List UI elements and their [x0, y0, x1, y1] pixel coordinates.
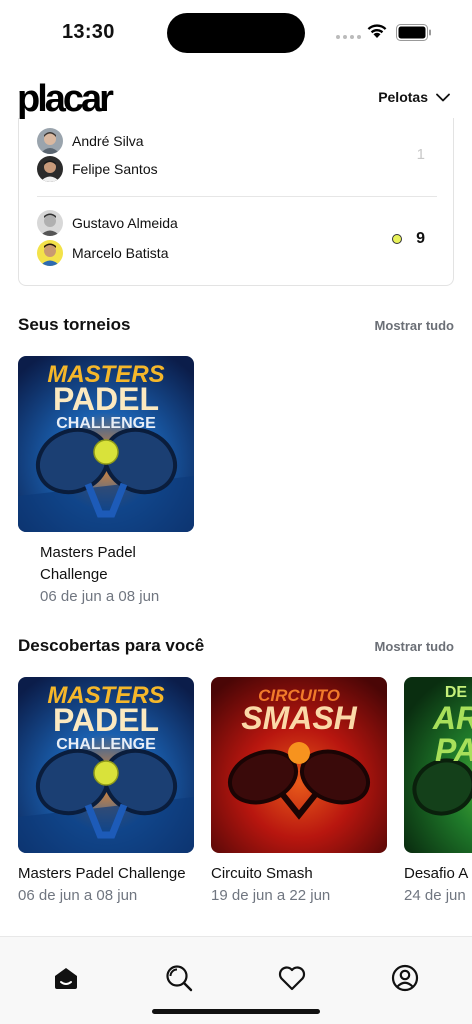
wifi-icon: [367, 24, 387, 38]
player-row: Gustavo Almeida: [37, 210, 178, 236]
tournament-card[interactable]: MASTERS PADEL CHALLENGE Masters Padel Ch…: [18, 356, 194, 608]
match-divider: [37, 196, 437, 197]
sport-selector-label: Pelotas: [378, 89, 428, 105]
avatar: [37, 240, 63, 266]
sport-selector[interactable]: Pelotas: [378, 89, 450, 105]
status-bar: 13:30: [0, 0, 472, 64]
battery-icon: [396, 24, 431, 41]
avatar: [37, 156, 63, 182]
poster-line3: CHALLENGE: [56, 415, 156, 432]
team-b-score-row: 9: [392, 230, 425, 248]
tournament-card[interactable]: DE AR PA Desafio A 24 de jun: [404, 677, 472, 907]
tournament-card[interactable]: MASTERS PADEL CHALLENGE Masters Padel Ch…: [18, 677, 194, 907]
chevron-down-icon: [436, 93, 450, 101]
tab-search[interactable]: [164, 963, 194, 993]
poster-line2: PADEL: [53, 381, 159, 417]
tournament-poster: DE AR PA: [404, 677, 472, 853]
tournament-poster: CIRCUITO SMASH: [211, 677, 387, 853]
tournament-dates: 06 de jun a 08 jun: [18, 887, 138, 904]
poster-line3: PA: [435, 732, 472, 768]
tournament-card[interactable]: CIRCUITO SMASH Circuito Smash 19 de jun …: [211, 677, 387, 907]
player-row: Felipe Santos: [37, 156, 158, 182]
tournament-name: Desafio A: [404, 865, 469, 882]
avatar: [37, 128, 63, 154]
show-all-link[interactable]: Mostrar tudo: [375, 639, 454, 654]
tournament-dates: 24 de jun: [404, 887, 466, 904]
heart-icon: [278, 966, 306, 991]
poster-line2: PADEL: [53, 702, 159, 738]
player-row: André Silva: [37, 128, 144, 154]
app-header: placar Pelotas: [0, 76, 472, 124]
tournament-dates: 06 de jun a 08 jun: [40, 588, 160, 605]
profile-icon: [391, 964, 419, 992]
signal-icon: [336, 35, 361, 39]
tab-favorites[interactable]: [277, 963, 307, 993]
tournament-name: Masters Padel Challenge: [18, 865, 186, 882]
poster-line1: DE: [445, 684, 468, 701]
poster-line2: AR: [432, 700, 472, 736]
home-indicator: [152, 1009, 320, 1014]
dynamic-island: [167, 13, 305, 53]
player-name: Felipe Santos: [72, 161, 158, 177]
player-row: Marcelo Batista: [37, 240, 168, 266]
poster-line3: CHALLENGE: [56, 736, 156, 753]
tab-profile[interactable]: [390, 963, 420, 993]
tournament-dates: 19 de jun a 22 jun: [211, 887, 331, 904]
team-a-score: 1: [416, 146, 425, 163]
tournament-name: Masters Padel Challenge: [40, 544, 136, 583]
app-logo: placar: [17, 78, 114, 120]
player-name: Marcelo Batista: [72, 245, 169, 261]
search-icon: [166, 965, 193, 992]
my-tournaments-header: Seus torneios Mostrar tudo: [18, 315, 454, 335]
section-title: Descobertas para você: [18, 636, 205, 655]
tournament-name: Circuito Smash: [211, 865, 313, 882]
home-icon: [55, 968, 77, 989]
player-name: Gustavo Almeida: [72, 215, 178, 231]
match-card[interactable]: André Silva Felipe Santos 1 Gustavo Alme…: [18, 118, 454, 286]
tournament-poster: MASTERS PADEL CHALLENGE: [18, 356, 194, 532]
discover-header: Descobertas para você Mostrar tudo: [18, 636, 454, 656]
show-all-link[interactable]: Mostrar tudo: [375, 318, 454, 333]
poster-line2: SMASH: [241, 700, 357, 736]
team-b-score: 9: [416, 230, 425, 247]
tab-home[interactable]: [51, 963, 81, 993]
section-title: Seus torneios: [18, 315, 131, 334]
tournament-poster: MASTERS PADEL CHALLENGE: [18, 677, 194, 853]
player-name: André Silva: [72, 133, 144, 149]
status-time: 13:30: [62, 21, 115, 43]
serving-ball-icon: [392, 234, 403, 244]
avatar: [37, 210, 63, 236]
